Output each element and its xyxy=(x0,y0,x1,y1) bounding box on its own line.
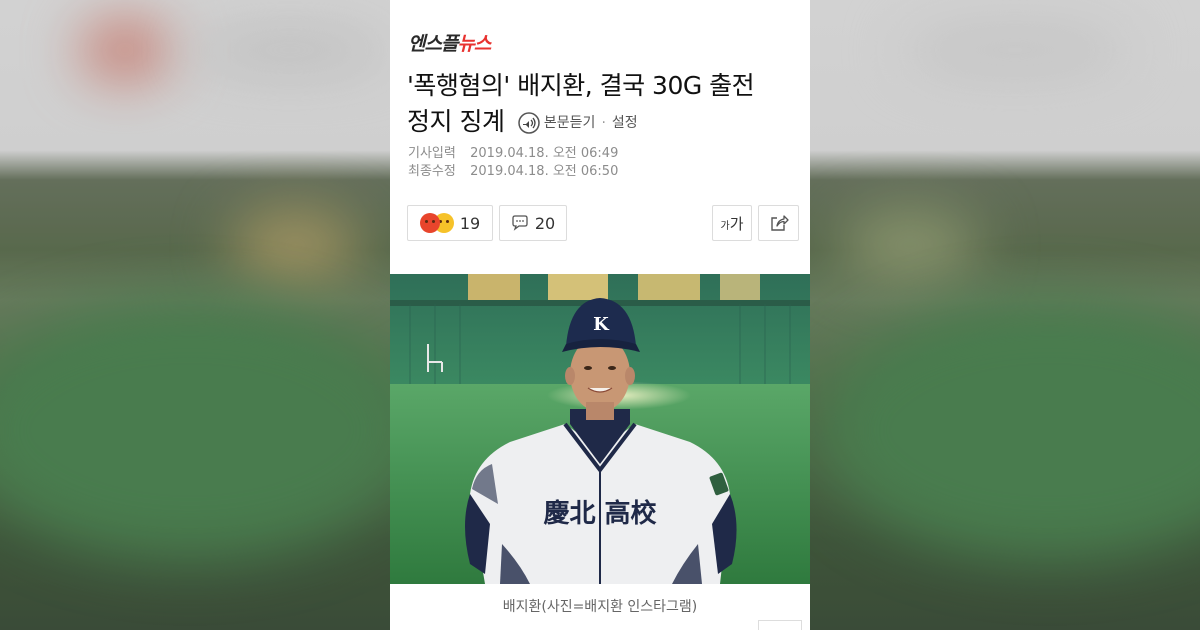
published-value: 2019.04.18. 오전 06:49 xyxy=(470,146,619,161)
cap-letter: K xyxy=(593,314,610,335)
comment-icon xyxy=(512,215,528,231)
article-headline: '폭행혐의' 배지환, 결국 30G 출전 정지 징계 본문듣기 · 설정 xyxy=(407,68,799,141)
reaction-button[interactable]: 19 xyxy=(407,205,493,241)
publisher-logo-part1: 엔스플 xyxy=(408,33,458,55)
headline-line-2-row: 정지 징계 본문듣기 · 설정 xyxy=(407,104,799,141)
modified-label: 최종수정 xyxy=(408,164,456,179)
publisher-logo[interactable]: 엔스플 뉴스 xyxy=(408,30,491,56)
reaction-count: 19 xyxy=(459,213,481,233)
publisher-logo-part2: 뉴스 xyxy=(457,33,491,55)
font-size-large-glyph: 가 xyxy=(729,214,744,233)
font-size-button[interactable]: 가가 xyxy=(712,205,752,241)
article-meta: 기사입력 2019.04.18. 오전 06:49 최종수정 2019.04.1… xyxy=(408,145,618,181)
tts-settings-button[interactable]: 설정 xyxy=(612,105,638,141)
jersey-lettering: 慶北 高校 xyxy=(543,498,657,529)
angry-emoji-icon xyxy=(419,213,440,233)
article-photo[interactable]: 慶北 高校 K xyxy=(390,274,810,584)
article-card: 엔스플 뉴스 '폭행혐의' 배지환, 결국 30G 출전 정지 징계 본문듣기 … xyxy=(390,0,810,630)
baseball-player-photo: 慶北 高校 K xyxy=(390,274,810,584)
headline-line-2: 정지 징계 xyxy=(407,107,505,136)
bottom-partial-element xyxy=(758,620,802,630)
share-button[interactable] xyxy=(758,205,799,241)
comment-button[interactable]: 20 xyxy=(499,205,567,241)
tts-separator: · xyxy=(601,115,606,131)
article-action-bar: 19 20 가가 xyxy=(407,205,799,243)
speaker-icon[interactable] xyxy=(518,112,540,134)
font-size-icon: 가가 xyxy=(720,213,743,234)
headline-line-1: '폭행혐의' 배지환, 결국 30G 출전 xyxy=(407,71,755,100)
tts-listen-button[interactable]: 본문듣기 xyxy=(544,105,596,141)
published-label: 기사입력 xyxy=(408,146,456,161)
font-size-small-glyph: 가 xyxy=(720,220,730,232)
photo-caption: 배지환(사진=배지환 인스타그램) xyxy=(502,599,698,615)
tts-controls: 본문듣기 · 설정 xyxy=(518,105,638,141)
share-icon xyxy=(770,215,789,231)
modified-row: 최종수정 2019.04.18. 오전 06:50 xyxy=(408,163,618,181)
comment-count: 20 xyxy=(534,213,556,233)
published-row: 기사입력 2019.04.18. 오전 06:49 xyxy=(408,145,618,163)
modified-value: 2019.04.18. 오전 06:50 xyxy=(470,164,619,179)
